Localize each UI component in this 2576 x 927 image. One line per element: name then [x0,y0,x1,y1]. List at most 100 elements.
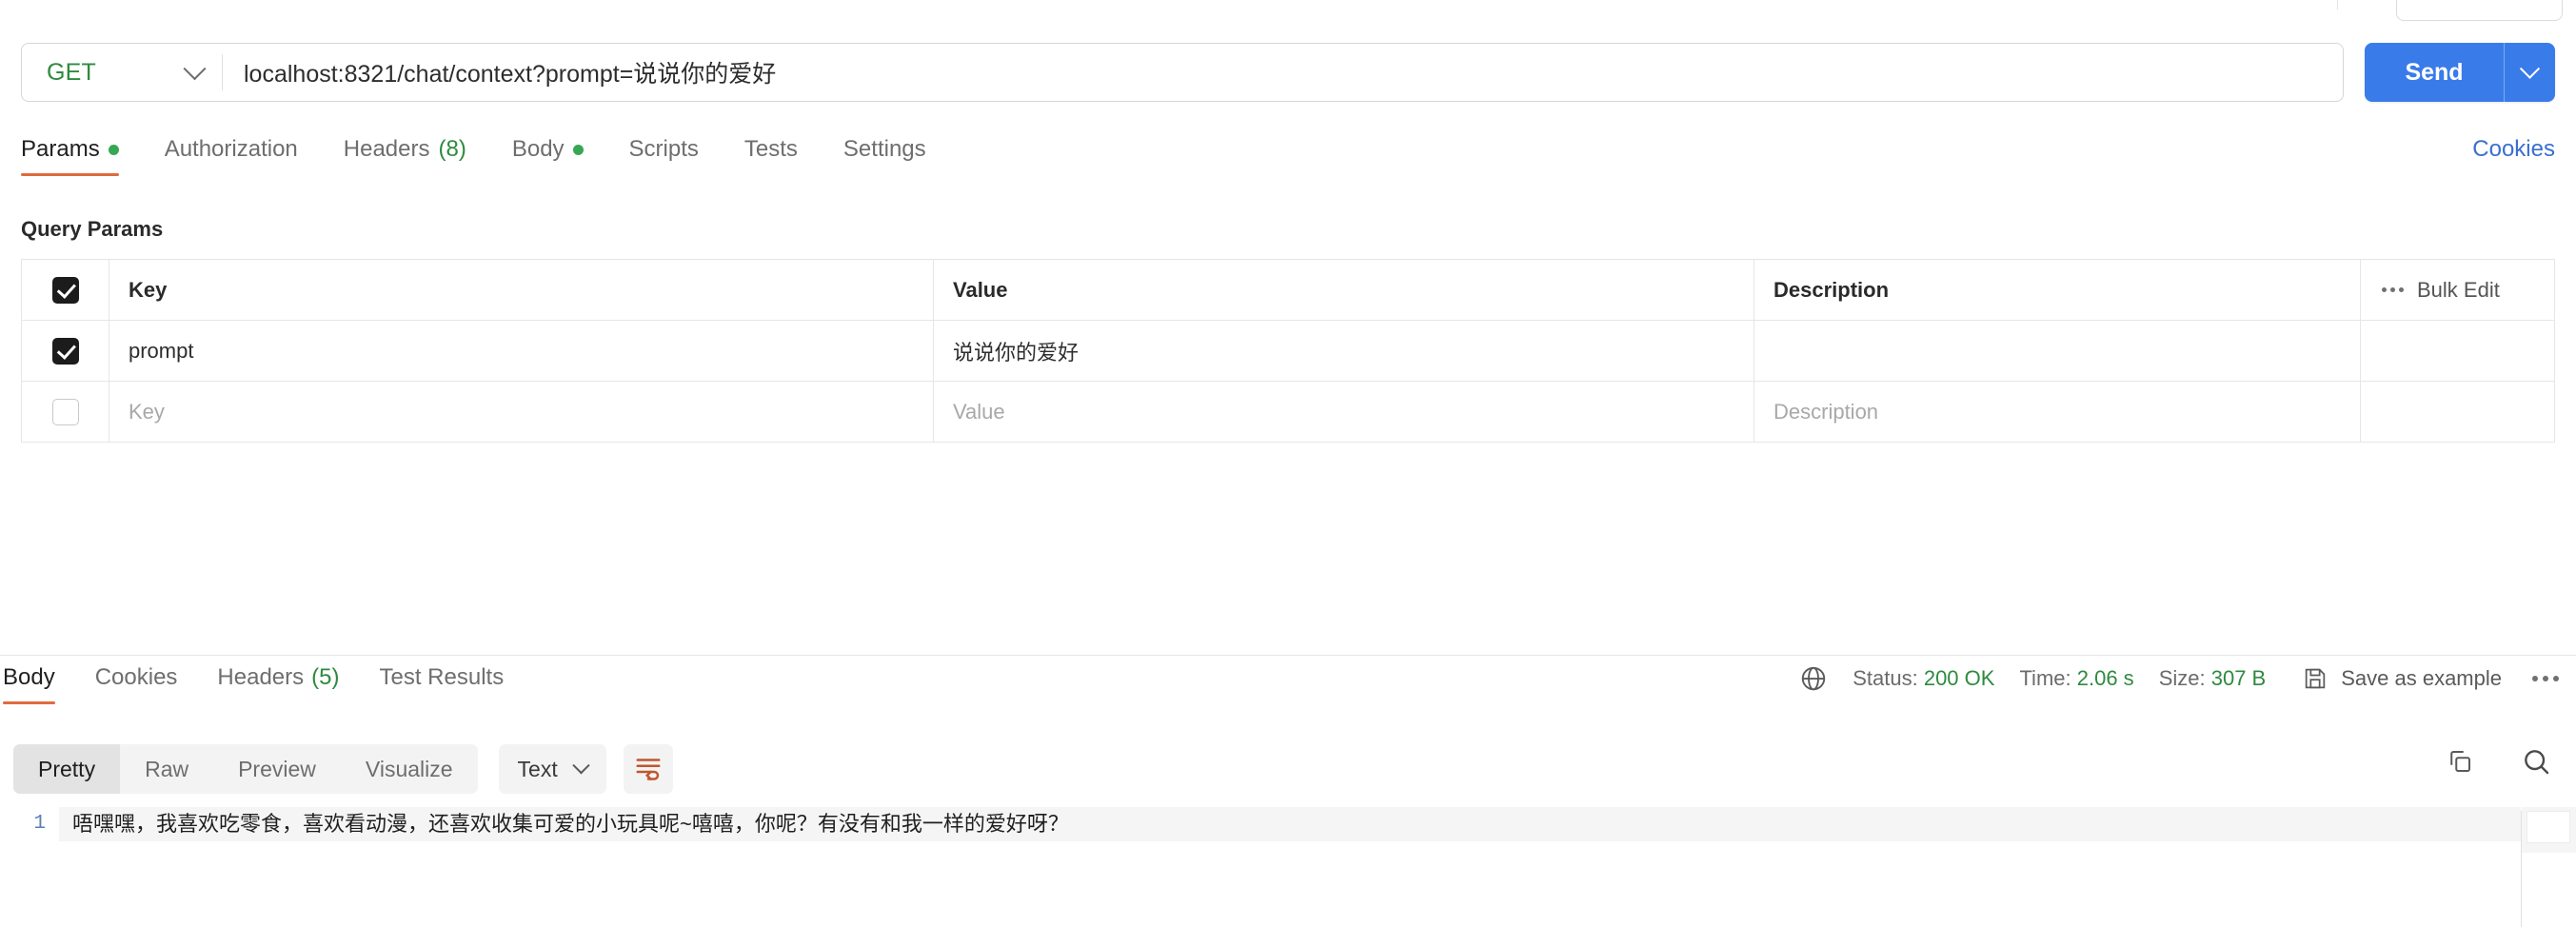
response-tab-test-results-label: Test Results [379,664,505,690]
send-button-group: Send [2365,43,2555,102]
send-button[interactable]: Send [2365,43,2504,102]
tab-headers[interactable]: Headers (8) [344,136,466,176]
bulk-edit-button[interactable]: Bulk Edit [2417,278,2500,303]
response-tab-body-label: Body [3,664,55,690]
copy-button[interactable] [2441,744,2479,782]
empty-row-value-placeholder: Value [953,399,1005,424]
response-tab-cookies-label: Cookies [94,664,178,690]
time-value: 2.06 s [2076,666,2134,690]
status-value: 200 OK [1923,666,1995,690]
response-view-toolbar: Pretty Raw Preview Visualize Text [13,744,673,794]
response-tab-body[interactable]: Body [3,664,55,704]
status-label-group: Status: 200 OK [1853,666,1994,691]
save-as-example-button[interactable]: Save as example [2302,665,2502,692]
tab-params[interactable]: Params [21,136,119,176]
cookies-link[interactable]: Cookies [2472,136,2555,163]
response-section-divider [0,655,2576,656]
globe-icon [1799,664,1828,693]
tab-tests-label: Tests [743,136,798,162]
tab-params-label: Params [21,136,100,162]
select-all-checkbox[interactable] [51,276,79,304]
query-params-title: Query Params [21,217,164,241]
response-body-text: 唔嘿嘿，我喜欢吃零食，喜欢看动漫，还喜欢收集可爱的小玩具呢~嘻嘻，你呢？有没有和… [59,807,2521,841]
http-method-label: GET [47,58,96,86]
tab-headers-count: (8) [438,136,466,162]
response-mode-preview[interactable]: Preview [213,744,341,794]
tab-settings[interactable]: Settings [843,136,926,176]
request-tabs: Params Authorization Headers (8) Body Sc… [0,136,2576,180]
row-checkbox[interactable] [51,337,79,365]
response-mode-pretty[interactable]: Pretty [13,744,121,794]
column-header-value: Value [953,277,1008,302]
row-key-cell[interactable]: prompt [109,321,934,381]
query-params-table: Key Value Description Bulk Edit prompt 说… [21,259,2555,443]
response-tab-headers[interactable]: Headers (5) [217,664,339,704]
response-format-select[interactable]: Text [498,744,606,794]
row-checkbox-cell [22,321,109,381]
empty-row-key-cell[interactable]: Key [109,382,934,442]
modified-dot-icon [572,144,584,155]
tab-settings-label: Settings [842,136,926,162]
tab-authorization[interactable]: Authorization [165,136,298,176]
header-description-cell: Description [1754,260,2361,320]
tab-authorization-label: Authorization [164,136,298,162]
ellipsis-icon[interactable] [2532,676,2559,681]
response-tab-headers-label: Headers [217,664,305,690]
response-mode-raw[interactable]: Raw [120,744,213,794]
chevron-down-icon [572,756,590,774]
time-label-group: Time: 2.06 s [2019,666,2133,691]
tab-body[interactable]: Body [512,136,584,176]
ellipsis-icon[interactable] [2382,287,2404,292]
empty-row-value-cell[interactable]: Value [934,382,1754,442]
header-key-cell: Key [109,260,934,320]
tab-headers-label: Headers [343,136,430,162]
header-checkbox-cell [22,260,109,320]
empty-row-checkbox-cell [22,382,109,442]
row-value-cell[interactable]: 说说你的爱好 [934,321,1754,381]
table-row: prompt 说说你的爱好 [22,321,2554,382]
row-actions-cell [2361,321,2554,381]
header-actions-cell: Bulk Edit [2361,260,2554,320]
size-label: Size: [2158,666,2206,690]
tab-scripts[interactable]: Scripts [629,136,699,176]
top-divider [2337,0,2338,10]
row-description-cell[interactable] [1754,321,2361,381]
save-icon [2302,665,2328,692]
empty-row-checkbox[interactable] [51,398,79,425]
search-button[interactable] [2517,744,2555,782]
save-as-example-label: Save as example [2341,666,2502,690]
response-body-viewer[interactable]: 1 唔嘿嘿，我喜欢吃零食，喜欢看动漫，还喜欢收集可爱的小玩具呢~嘻嘻，你呢？有没… [0,807,2576,927]
chevron-down-icon [2519,58,2541,79]
tab-body-label: Body [511,136,565,162]
modified-dot-icon [108,144,119,155]
response-scroll-rail-inner [2526,811,2570,843]
code-line-row: 1 唔嘿嘿，我喜欢吃零食，喜欢看动漫，还喜欢收集可爱的小玩具呢~嘻嘻，你呢？有没… [0,807,2576,841]
line-number: 1 [33,813,46,835]
response-mode-visualize[interactable]: Visualize [341,744,478,794]
column-header-key: Key [129,277,168,302]
response-tab-headers-count: (5) [311,664,340,690]
word-wrap-toggle[interactable] [623,744,673,794]
send-options-button[interactable] [2504,43,2555,102]
empty-row-description-cell[interactable]: Description [1754,382,2361,442]
response-scroll-rail[interactable] [2522,807,2576,853]
response-tab-cookies[interactable]: Cookies [95,664,178,704]
size-label-group: Size: 307 B [2159,666,2267,691]
table-empty-row: Key Value Description [22,382,2554,443]
size-value: 307 B [2210,666,2267,690]
status-label: Status: [1853,666,1918,690]
tab-tests[interactable]: Tests [744,136,798,176]
chevron-down-icon [183,56,207,80]
http-method-select[interactable]: GET [22,44,222,101]
copy-icon [2446,747,2474,780]
word-wrap-icon [634,753,663,786]
time-label: Time: [2019,666,2071,690]
empty-row-key-placeholder: Key [129,399,165,424]
url-input[interactable] [223,44,2343,101]
response-toolbar-actions [2441,744,2555,782]
empty-row-description-placeholder: Description [1773,399,1879,424]
table-header-row: Key Value Description Bulk Edit [22,260,2554,321]
header-value-cell: Value [934,260,1754,320]
url-bar: GET [21,43,2344,102]
response-tab-test-results[interactable]: Test Results [379,664,504,704]
